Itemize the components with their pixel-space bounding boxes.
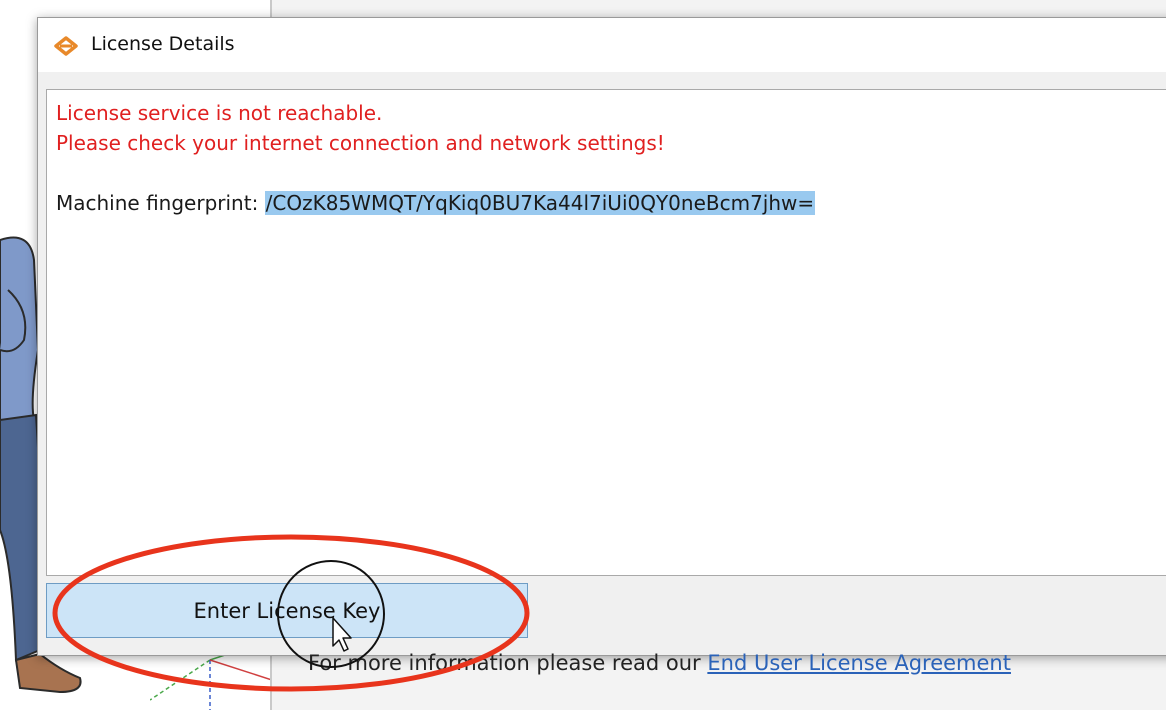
dialog-title: License Details	[91, 33, 235, 55]
license-message-panel: License service is not reachable. Please…	[46, 89, 1166, 576]
app-logo-icon	[54, 36, 78, 56]
dialog-titlebar: License Details	[38, 18, 1166, 72]
error-message-line-1: License service is not reachable.	[56, 101, 383, 125]
enter-license-key-button[interactable]: Enter License Key	[46, 583, 528, 638]
footer-text: For more information please read our	[308, 651, 708, 675]
eula-footer: For more information please read our End…	[308, 651, 1011, 675]
fingerprint-value[interactable]: /COzK85WMQT/YqKiq0BU7Ka44l7iUi0QY0neBcm7…	[264, 191, 816, 215]
error-message-line-2: Please check your internet connection an…	[56, 131, 665, 155]
machine-fingerprint-row: Machine fingerprint: /COzK85WMQT/YqKiq0B…	[56, 191, 816, 215]
license-details-dialog: License Details License service is not r…	[37, 17, 1166, 656]
eula-link[interactable]: End User License Agreement	[707, 651, 1011, 675]
fingerprint-label: Machine fingerprint:	[56, 191, 265, 215]
